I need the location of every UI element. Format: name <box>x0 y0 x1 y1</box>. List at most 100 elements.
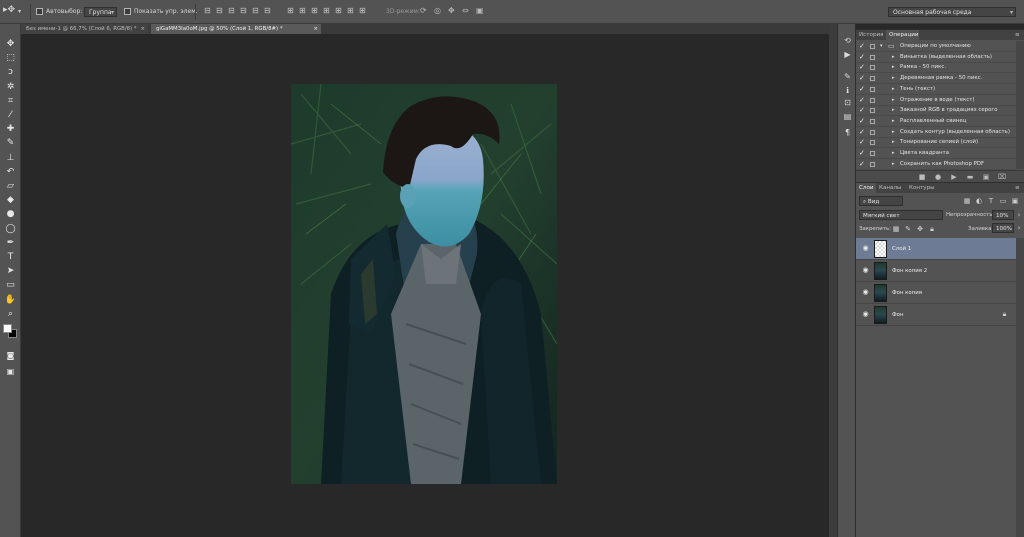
layer-row[interactable]: ◉ Фон 🔒︎ <box>856 304 1016 326</box>
action-row[interactable]: ✓ ▸ Сохранить как Photoshop PDF <box>856 159 1016 170</box>
disclosure-closed-icon[interactable]: ▸ <box>892 62 895 73</box>
action-row[interactable]: ✓ ▸ Тень (текст) <box>856 84 1016 95</box>
action-row[interactable]: ✓ ▸ Отражение в воде (текст) <box>856 95 1016 106</box>
info-icon[interactable]: ℹ <box>842 86 853 96</box>
check-icon[interactable]: ✓ <box>859 148 865 159</box>
filter-pixel-icon[interactable]: ▦ <box>963 197 971 205</box>
paint-bucket-icon[interactable]: ◆ <box>4 194 17 206</box>
healing-brush-icon[interactable]: ✚ <box>4 123 17 135</box>
clone-stamp-icon[interactable]: ⊥ <box>4 152 17 164</box>
action-row[interactable]: ✓ ▸ Деревянная рамка - 50 пикс. <box>856 73 1016 85</box>
check-icon[interactable]: ✓ <box>859 105 865 116</box>
disclosure-closed-icon[interactable]: ▸ <box>892 127 895 138</box>
zoom-icon[interactable]: ⌕ <box>4 308 17 320</box>
disclosure-closed-icon[interactable]: ▸ <box>892 116 895 127</box>
navigator-icon[interactable]: ⊡ <box>842 98 853 108</box>
layer-name[interactable]: Фон <box>892 304 903 326</box>
dialog-toggle-icon[interactable] <box>870 140 875 146</box>
dialog-toggle-icon[interactable] <box>870 86 875 92</box>
tab-paths[interactable]: Контуры <box>906 183 938 193</box>
disclosure-closed-icon[interactable]: ▸ <box>892 84 895 95</box>
check-icon[interactable]: ✓ <box>859 41 865 52</box>
layer-name[interactable]: Слой 1 <box>892 238 911 260</box>
layer-comps-icon[interactable]: ▤ <box>842 112 853 122</box>
magic-wand-icon[interactable]: ✲ <box>4 81 17 93</box>
align-top-icon[interactable]: ⊟ <box>204 6 211 16</box>
visibility-eye-icon[interactable]: ◉ <box>861 288 870 297</box>
action-row[interactable]: ✓ ▸ Цвета квадранта <box>856 148 1016 159</box>
actions-play-icon[interactable]: ▶ <box>842 50 853 60</box>
visibility-eye-icon[interactable]: ◉ <box>861 266 870 275</box>
align-bottom-icon[interactable]: ⊟ <box>228 6 235 16</box>
tab-layers[interactable]: Слои <box>856 183 876 193</box>
dialog-toggle-icon[interactable] <box>870 161 875 167</box>
dialog-toggle-icon[interactable] <box>870 76 875 82</box>
lock-transparency-icon[interactable]: ▦ <box>892 225 900 233</box>
filter-shape-icon[interactable]: ▭ <box>999 197 1007 205</box>
disclosure-closed-icon[interactable]: ▸ <box>892 105 895 116</box>
align-hcenter-icon[interactable]: ⊟ <box>252 6 259 16</box>
new-action-icon[interactable]: ▣ <box>982 173 990 181</box>
fill-input[interactable]: 100% <box>992 223 1014 233</box>
dialog-toggle-icon[interactable] <box>870 151 875 156</box>
dialog-toggle-icon[interactable] <box>870 108 875 114</box>
screen-mode-icon[interactable]: ▣ <box>4 366 17 378</box>
brush-icon[interactable]: ✎ <box>4 137 17 149</box>
action-row[interactable]: ✓ ▸ Расплавленный свинец <box>856 116 1016 127</box>
chevron-right-icon[interactable]: › <box>1015 211 1023 219</box>
pen-icon[interactable]: ✒ <box>4 237 17 249</box>
disclosure-closed-icon[interactable]: ▸ <box>892 95 895 106</box>
tab-actions[interactable]: Операции <box>886 30 919 40</box>
drag-3d-icon[interactable]: ✥ <box>448 6 455 16</box>
brush-preset-icon[interactable]: ✎ <box>842 72 853 82</box>
dialog-toggle-icon[interactable] <box>870 97 875 103</box>
stop-icon[interactable]: ■ <box>918 173 926 181</box>
new-set-icon[interactable]: ▬ <box>966 173 974 181</box>
disclosure-closed-icon[interactable]: ▸ <box>892 148 895 159</box>
hand-icon[interactable]: ✋ <box>4 294 17 306</box>
check-icon[interactable]: ✓ <box>859 73 865 84</box>
disclosure-closed-icon[interactable]: ▸ <box>892 159 895 170</box>
check-icon[interactable]: ✓ <box>859 116 865 127</box>
check-icon[interactable]: ✓ <box>859 127 865 138</box>
opacity-input[interactable]: 10% <box>992 210 1014 220</box>
document-tab-active[interactable]: giGaMM3Ia0oM.jpg @ 50% (Слой 1, RGB/8#) … <box>151 24 321 34</box>
path-selection-icon[interactable]: ➤ <box>4 265 17 277</box>
layer-row[interactable]: ◉ Фон копия <box>856 282 1016 304</box>
layer-row[interactable]: ◉ Слой 1 <box>856 238 1016 260</box>
dodge-icon[interactable]: ◯ <box>4 223 17 235</box>
disclosure-closed-icon[interactable]: ▸ <box>892 137 895 148</box>
check-icon[interactable]: ✓ <box>859 84 865 95</box>
eraser-icon[interactable]: ▱ <box>4 180 17 192</box>
blend-mode-dropdown[interactable]: Мягкий свет <box>859 210 943 220</box>
document-image[interactable] <box>291 84 557 484</box>
distribute-left-icon[interactable]: ⊞ <box>323 6 330 16</box>
filter-type-icon[interactable]: T <box>987 197 995 205</box>
history-icon[interactable]: ⟲ <box>842 36 853 46</box>
tab-channels[interactable]: Каналы <box>876 183 904 193</box>
action-row[interactable]: ✓ ▸ Рамка - 50 пикс. <box>856 62 1016 74</box>
crop-icon[interactable]: ⌗ <box>4 95 17 107</box>
slide-3d-icon[interactable]: ⇔ <box>462 6 469 16</box>
visibility-eye-icon[interactable]: ◉ <box>861 244 870 253</box>
lock-position-icon[interactable]: ✥ <box>916 225 924 233</box>
actions-scrollbar[interactable] <box>1016 41 1024 169</box>
history-brush-icon[interactable]: ↶ <box>4 166 17 178</box>
action-row[interactable]: ✓ ▾ ▭ Операции по умолчанию <box>856 41 1016 52</box>
distribute-right-icon[interactable]: ⊞ <box>347 6 354 16</box>
canvas-vertical-scrollbar[interactable] <box>829 24 837 537</box>
tab-history[interactable]: История <box>856 30 886 40</box>
layer-filter-dropdown[interactable]: ⌕ Вид <box>859 196 903 206</box>
move-icon[interactable]: ✥ <box>4 38 17 50</box>
check-icon[interactable]: ✓ <box>859 95 865 106</box>
align-right-icon[interactable]: ⊟ <box>264 6 271 16</box>
paragraph-icon[interactable]: ¶ <box>842 128 853 138</box>
quick-mask-icon[interactable]: ◙ <box>4 350 17 362</box>
layer-row[interactable]: ◉ Фон копия 2 <box>856 260 1016 282</box>
align-left-icon[interactable]: ⊟ <box>240 6 247 16</box>
record-icon[interactable]: ● <box>934 173 942 181</box>
disclosure-closed-icon[interactable]: ▸ <box>892 73 895 84</box>
filter-smart-object-icon[interactable]: ▣ <box>1011 197 1019 205</box>
scale-3d-icon[interactable]: ▣ <box>476 6 484 16</box>
workspace-dropdown[interactable]: Основная рабочая среда <box>888 7 1016 18</box>
